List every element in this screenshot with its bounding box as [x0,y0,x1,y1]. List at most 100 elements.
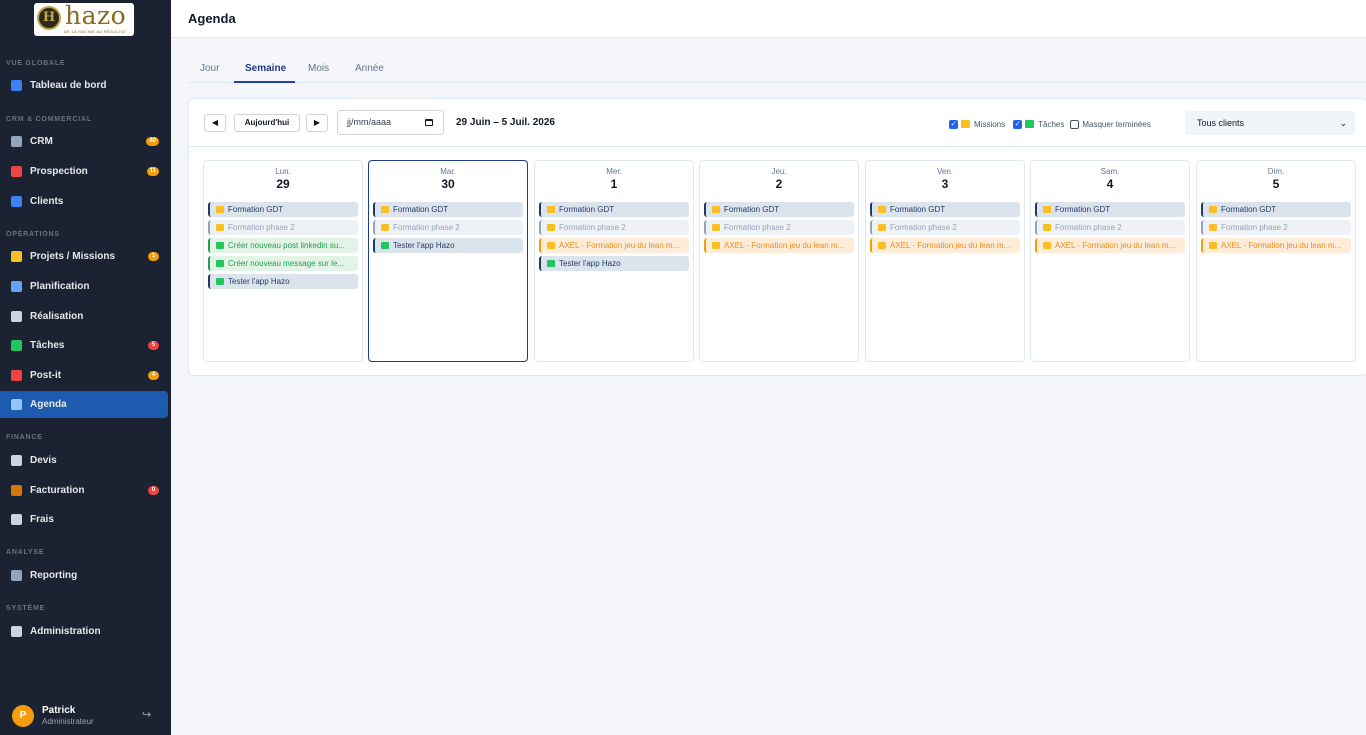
sidebar-item-projets-missions[interactable]: Projets / Missions 1 [0,243,168,270]
sidebar-item-label: Projets / Missions [30,251,116,262]
active-tab-underline [234,81,295,83]
count-badge: 11 [146,167,159,176]
mission-event[interactable]: Formation GDT [870,202,1020,217]
sidebar-item-label: CRM [30,136,53,147]
event-title: Formation GDT [1055,205,1111,214]
day-name: Lun. [275,167,291,176]
sidebar-item-facturation[interactable]: Facturation 0 [0,477,168,504]
sidebar-item-clients[interactable]: Clients [0,188,168,215]
sidebar-item-administration[interactable]: Administration [0,618,168,645]
folder-icon [961,120,970,128]
event-title: Formation GDT [724,205,780,214]
mission-event[interactable]: Formation phase 2 [870,220,1020,235]
view-tabs: Jour Semaine Mois Année [188,56,1366,83]
sidebar-item-crm[interactable]: CRM 40 [0,128,168,155]
chart-icon [11,570,22,581]
hazo-logo[interactable]: H hazo DE LA RACINE AU RÉSULTAT [34,3,134,36]
sidebar: H hazo DE LA RACINE AU RÉSULTAT VUE GLOB… [0,0,171,735]
today-button[interactable]: Aujourd'hui [234,114,300,132]
checkbox-icon [216,278,224,285]
day-number: 30 [441,177,455,191]
day-column[interactable]: Sam. 4 Formation GDT Formation phase 2 AXEL … [1030,160,1190,362]
task-event[interactable]: Tester l'app Hazo [373,238,523,253]
sidebar-item-tableau-de-bord[interactable]: Tableau de bord [0,72,168,99]
event-title: Créer nouveau message sur le... [228,259,345,268]
date-input[interactable]: jj/mm/aaaa [337,110,444,135]
day-number: 3 [941,177,949,191]
sidebar-item-realisation[interactable]: Réalisation [0,303,168,330]
mission-event[interactable]: Formation GDT [1201,202,1351,217]
day-column[interactable]: Lun. 29 Formation GDT Formation phase 2 Crée… [203,160,363,362]
day-number: 4 [1106,177,1114,191]
sidebar-item-label: Administration [30,626,101,637]
mission-event[interactable]: Formation phase 2 [704,220,854,235]
sidebar-item-frais[interactable]: Frais [0,506,168,533]
next-week-button[interactable]: ▶ [306,114,328,132]
tab-mois[interactable]: Mois [308,63,329,74]
sidebar-item-post-it[interactable]: Post-it 4 [0,362,168,389]
tab-jour[interactable]: Jour [200,63,219,74]
mission-event[interactable]: Formation GDT [373,202,523,217]
tab-annee[interactable]: Année [355,63,384,74]
mission-event[interactable]: Formation GDT [704,202,854,217]
folder-icon [216,224,224,231]
logout-icon[interactable]: ↪ [142,708,151,721]
folder-icon [1209,224,1217,231]
folder-icon [712,242,720,249]
task-event[interactable]: Tester l'app Hazo [208,274,358,289]
folder-icon [712,224,720,231]
prev-week-button[interactable]: ◀ [204,114,226,132]
mission-event[interactable]: Formation GDT [1035,202,1185,217]
mission-event[interactable]: Formation phase 2 [1035,220,1185,235]
mission-event[interactable]: AXEL - Formation jeu du lean m... [1035,238,1185,253]
folder-icon [878,242,886,249]
sidebar-section-title: VUE GLOBALE [6,60,66,67]
task-event[interactable]: Créer nouveau message sur le... [208,256,358,271]
chevron-down-icon: ⌄ [1339,118,1347,128]
missions-checkbox[interactable]: ✓ [949,119,958,129]
taches-checkbox[interactable]: ✓ [1013,119,1023,129]
day-name: Sam. [1100,167,1120,176]
calendar-icon [11,399,22,410]
mission-event[interactable]: AXEL - Formation jeu du lean m... [539,238,689,253]
mission-event[interactable]: Formation GDT [208,202,358,217]
sidebar-item-label: Réalisation [30,311,84,322]
sidebar-item-prospection[interactable]: Prospection 11 [0,158,168,185]
day-number: 2 [775,177,783,191]
mission-event[interactable]: Formation GDT [539,202,689,217]
task-event[interactable]: Tester l'app Hazo [539,256,689,271]
mission-event[interactable]: Formation phase 2 [1201,220,1351,235]
logo-mark: H [37,6,61,30]
mission-event[interactable]: Formation phase 2 [373,220,523,235]
sidebar-item-devis[interactable]: Devis [0,447,168,474]
avatar[interactable]: P [12,705,34,727]
event-title: Formation GDT [890,205,946,214]
day-column[interactable]: Ven. 3 Formation GDT Formation phase 2 AXEL … [865,160,1025,362]
sidebar-item-agenda[interactable]: Agenda [0,391,168,418]
folder-icon [216,206,224,213]
day-column[interactable]: Jeu. 2 Formation GDT Formation phase 2 AXEL … [699,160,859,362]
mission-event[interactable]: AXEL - Formation jeu du lean m... [870,238,1020,253]
sidebar-item-planification[interactable]: Planification [0,273,168,300]
mission-event[interactable]: AXEL - Formation jeu du lean m... [1201,238,1351,253]
task-event[interactable]: Créer nouveau post linkedin su... [208,238,358,253]
day-column[interactable]: Mer. 1 Formation GDT Formation phase 2 AXEL … [534,160,694,362]
taches-label: Tâches [1038,119,1065,129]
masquer-checkbox[interactable] [1070,119,1080,129]
sidebar-item-label: Planification [30,281,90,292]
day-column[interactable]: Mar. 30 Formation GDT Formation phase 2 Test… [368,160,528,362]
sidebar-item-reporting[interactable]: Reporting [0,562,168,589]
day-column[interactable]: Dim. 5 Formation GDT Formation phase 2 AXEL … [1196,160,1356,362]
calendar-icon[interactable] [425,119,433,126]
tab-semaine[interactable]: Semaine [245,63,286,74]
mission-event[interactable]: AXEL - Formation jeu du lean m... [704,238,854,253]
mission-event[interactable]: Formation phase 2 [208,220,358,235]
money-bag-icon [11,485,22,496]
dashboard-icon [11,80,22,91]
mission-event[interactable]: Formation phase 2 [539,220,689,235]
day-name: Mer. [606,167,622,176]
sidebar-item-taches[interactable]: Tâches 5 [0,332,168,359]
event-title: AXEL - Formation jeu du lean m... [559,241,680,250]
building-icon [11,136,22,147]
client-select[interactable]: Tous clients ⌄ [1185,111,1355,135]
